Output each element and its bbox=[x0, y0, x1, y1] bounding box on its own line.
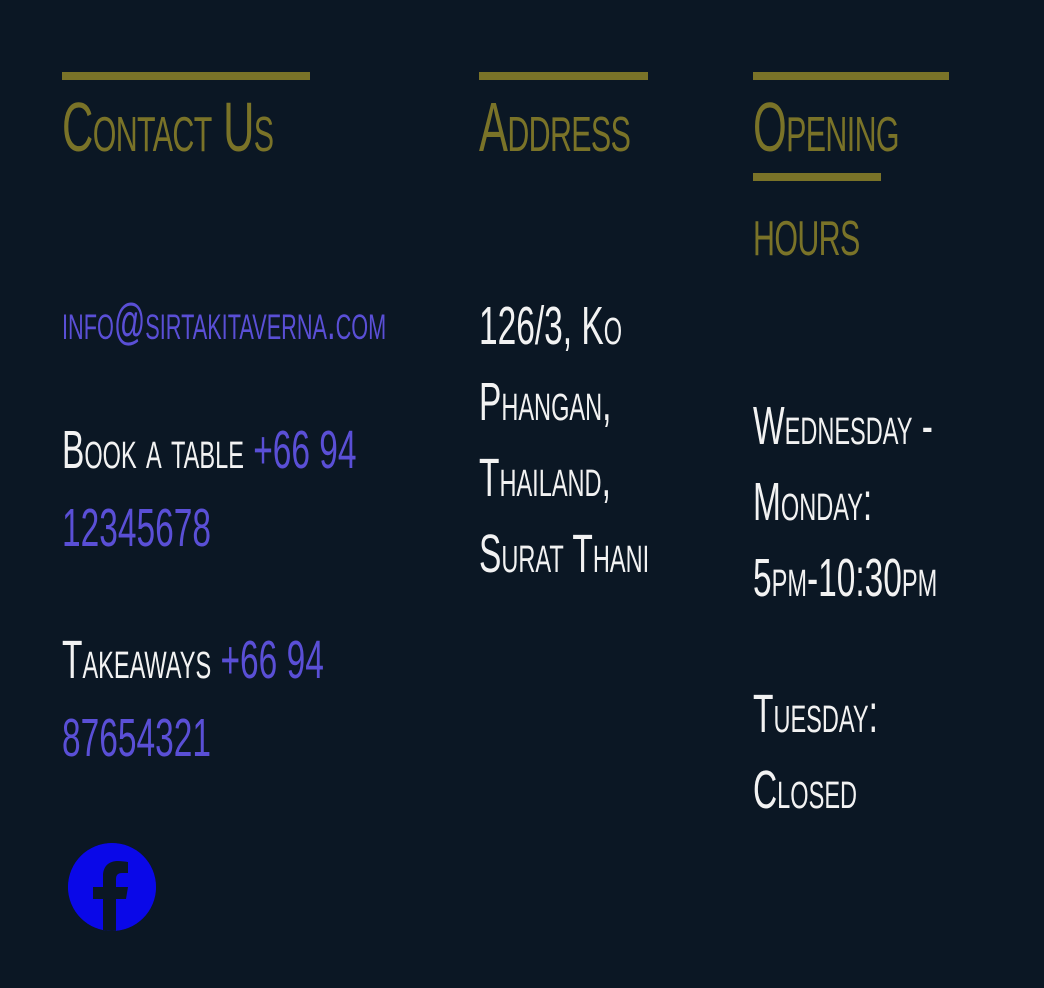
book-table-label: Book a table bbox=[62, 420, 254, 480]
takeaway-row: Takeaways +66 94 bbox=[62, 622, 324, 698]
address-line-1: 126/3, Ko bbox=[479, 296, 623, 356]
hours-heading-bar bbox=[753, 72, 949, 80]
hours-line-4: Tuesday: bbox=[753, 684, 878, 744]
contact-heading: Contact Us bbox=[62, 88, 274, 166]
hours-heading-line-2: hours bbox=[753, 192, 860, 270]
hours-line-5: Closed bbox=[753, 760, 858, 820]
hours-line-3: 5pm-10:30pm bbox=[753, 548, 938, 608]
address-heading: Address bbox=[479, 88, 631, 166]
address-heading-bar bbox=[479, 72, 648, 80]
takeaway-phone-link[interactable]: +66 94 bbox=[220, 630, 323, 690]
takeaway-row-2: 87654321 bbox=[62, 700, 211, 776]
address-line-2: Phangan, bbox=[479, 372, 612, 432]
hours-heading-underline bbox=[753, 173, 881, 181]
hours-heading-line-1: Opening bbox=[753, 88, 900, 166]
book-table-row: Book a table +66 94 bbox=[62, 412, 357, 488]
email-link[interactable]: info@sirtakitaverna.com bbox=[62, 294, 386, 350]
address-line-3: Thailand, bbox=[479, 448, 611, 508]
takeaway-phone-link-2[interactable]: 87654321 bbox=[62, 708, 211, 768]
hours-line-1: Wednesday - bbox=[753, 396, 933, 456]
book-table-phone-link[interactable]: +66 94 bbox=[253, 420, 356, 480]
takeaway-label: Takeaways bbox=[62, 630, 221, 690]
email-row: info@sirtakitaverna.com bbox=[62, 284, 386, 360]
book-table-phone-link-2[interactable]: 12345678 bbox=[62, 498, 211, 558]
hours-line-2: Monday: bbox=[753, 472, 873, 532]
facebook-icon[interactable] bbox=[68, 843, 156, 931]
address-line-4: Surat Thani bbox=[479, 524, 650, 584]
contact-heading-bar bbox=[62, 72, 310, 80]
book-table-row-2: 12345678 bbox=[62, 490, 211, 566]
